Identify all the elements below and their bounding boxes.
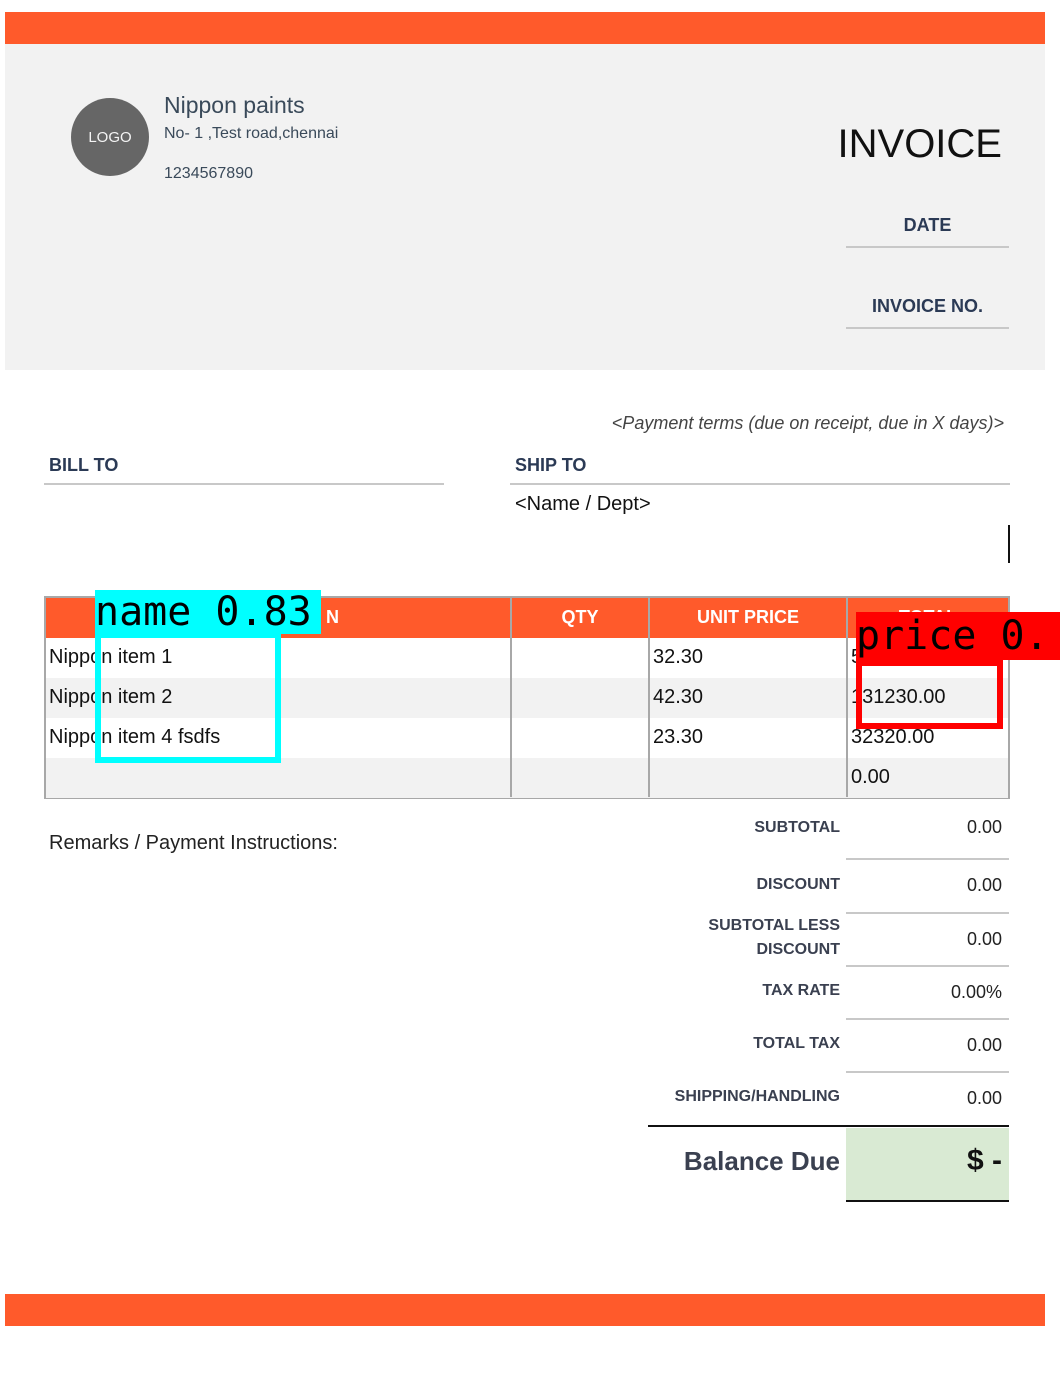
table-row[interactable]: 0.00	[46, 758, 1008, 798]
logo-placeholder: LOGO	[71, 98, 149, 176]
item-unit-price: 32.30	[653, 646, 704, 668]
totals-divider	[846, 1071, 1009, 1073]
subtotal-value: 0.00	[966, 817, 1002, 837]
subtotal-less-discount-label: SUBTOTAL LESS DISCOUNT	[600, 914, 840, 962]
balance-due-value: $ -	[966, 1144, 1002, 1177]
bill-to-label: BILL TO	[49, 455, 119, 475]
balance-divider	[648, 1125, 1009, 1127]
item-total: 0.00	[851, 766, 890, 788]
ship-to-divider	[510, 483, 1010, 485]
detection-box-name	[95, 632, 281, 763]
totals-divider	[846, 1018, 1009, 1020]
invoice-header	[5, 44, 1045, 370]
remarks-label: Remarks / Payment Instructions:	[49, 832, 338, 854]
text-cursor	[1008, 525, 1010, 563]
date-field[interactable]	[846, 246, 1009, 248]
subtotal-less-label-line2: DISCOUNT	[756, 941, 840, 958]
detection-label-price: price 0.	[856, 612, 1060, 660]
shipping-label: SHIPPING/HANDLING	[674, 1088, 840, 1105]
item-unit-price: 42.30	[653, 686, 704, 708]
item-unit-price: 23.30	[653, 726, 704, 748]
shipping-value[interactable]: 0.00	[846, 1088, 1002, 1109]
column-header-description: N	[326, 607, 339, 627]
totals-divider	[846, 912, 1009, 914]
balance-underline	[846, 1200, 1009, 1202]
subtotal-less-discount-value: 0.00	[966, 929, 1002, 949]
payment-terms: <Payment terms (due on receipt, due in X…	[611, 413, 1004, 433]
subtotal-less-label-line1: SUBTOTAL LESS	[708, 917, 840, 934]
subtotal-label: SUBTOTAL	[754, 819, 840, 836]
ship-to-name[interactable]: <Name / Dept>	[515, 493, 651, 516]
total-tax-value: 0.00	[966, 1035, 1002, 1055]
company-address: No- 1 ,Test road,chennai	[164, 125, 339, 142]
tax-rate-label: TAX RATE	[762, 982, 840, 999]
column-divider	[648, 598, 650, 797]
total-tax-label: TOTAL TAX	[753, 1035, 840, 1052]
ship-to-label: SHIP TO	[515, 455, 587, 475]
invoice-title: INVOICE	[837, 122, 1002, 166]
date-label: DATE	[903, 215, 952, 235]
totals-divider	[846, 965, 1009, 967]
company-name: Nippon paints	[164, 92, 305, 118]
top-accent-bar	[5, 12, 1045, 44]
bill-to-divider	[44, 483, 444, 485]
invoice-number-label: INVOICE NO.	[871, 296, 983, 316]
tax-rate-value[interactable]: 0.00%	[846, 982, 1002, 1003]
detection-box-price	[856, 660, 1003, 729]
totals-divider	[846, 858, 1009, 860]
item-total: 32320.00	[851, 726, 935, 748]
balance-due-label: Balance Due	[683, 1146, 840, 1176]
bottom-accent-bar	[5, 1294, 1045, 1326]
detection-label-name: name 0.83	[95, 590, 321, 634]
column-divider	[510, 598, 512, 797]
discount-value[interactable]: 0.00	[846, 875, 1002, 896]
invoice-number-field[interactable]	[846, 327, 1009, 329]
discount-label: DISCOUNT	[756, 876, 840, 893]
column-divider	[846, 598, 848, 797]
company-phone: 1234567890	[164, 165, 253, 182]
column-header-qty: QTY	[561, 607, 599, 627]
column-header-unit-price: UNIT PRICE	[696, 607, 799, 627]
